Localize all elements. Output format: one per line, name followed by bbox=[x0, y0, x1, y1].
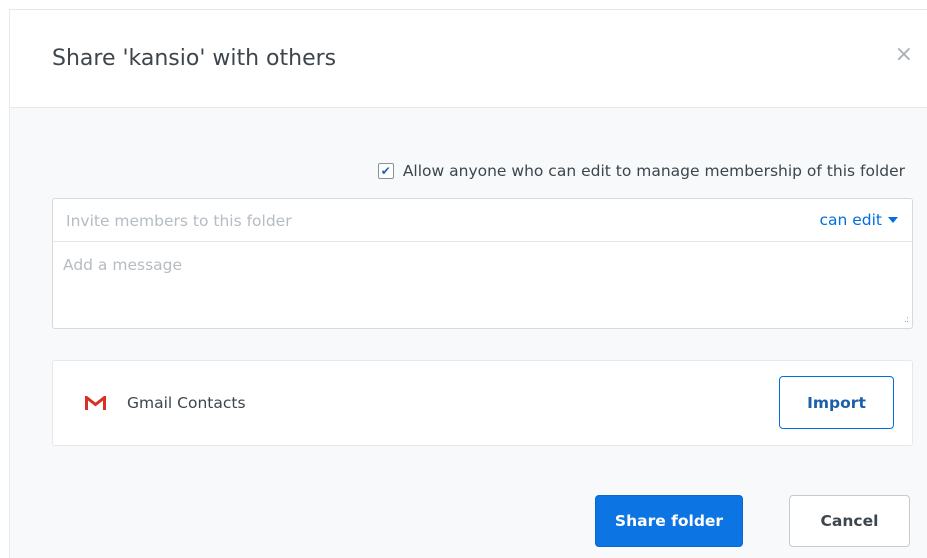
cancel-button[interactable]: Cancel bbox=[789, 495, 910, 547]
message-textarea[interactable] bbox=[53, 242, 912, 328]
dialog-header: Share 'kansio' with others × bbox=[10, 10, 927, 108]
share-folder-button[interactable]: Share folder bbox=[595, 495, 743, 547]
gmail-icon bbox=[85, 396, 106, 410]
permission-dropdown[interactable]: can edit bbox=[819, 211, 898, 229]
resize-handle-icon[interactable]: .: bbox=[904, 316, 909, 325]
dialog-title: Share 'kansio' with others bbox=[52, 46, 337, 71]
invite-members-input[interactable] bbox=[53, 199, 753, 242]
manage-membership-checkbox[interactable]: ✔ bbox=[377, 163, 394, 179]
invite-form: can edit .: bbox=[52, 198, 913, 329]
manage-membership-option[interactable]: ✔ Allow anyone who can edit to manage me… bbox=[377, 162, 905, 180]
caret-down-icon bbox=[888, 217, 898, 223]
close-icon[interactable]: × bbox=[895, 44, 913, 66]
import-button[interactable]: Import bbox=[779, 376, 894, 429]
invite-row: can edit bbox=[53, 199, 912, 242]
share-folder-dialog: Share 'kansio' with others × ✔ Allow any… bbox=[9, 9, 927, 558]
checkmark-icon: ✔ bbox=[380, 164, 391, 178]
manage-membership-label: Allow anyone who can edit to manage memb… bbox=[402, 162, 905, 180]
gmail-contacts-panel: Gmail Contacts Import bbox=[52, 360, 913, 446]
permission-label: can edit bbox=[819, 211, 882, 229]
gmail-contacts-label: Gmail Contacts bbox=[127, 394, 246, 412]
